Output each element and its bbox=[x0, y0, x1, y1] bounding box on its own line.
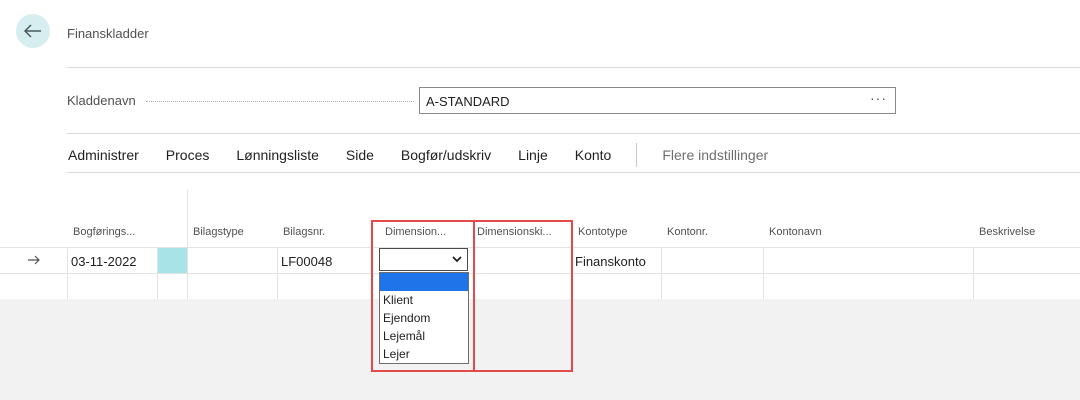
menu-loenningsliste[interactable]: Lønningsliste bbox=[236, 147, 319, 163]
action-bar: Administrer Proces Lønningsliste Side Bo… bbox=[68, 143, 768, 167]
document-no-cell[interactable]: LF00048 bbox=[281, 254, 332, 269]
annotation-box-dimension-code bbox=[473, 220, 573, 372]
col-header-account-type[interactable]: Kontotype bbox=[578, 226, 628, 238]
account-type-cell[interactable]: Finanskonto bbox=[575, 254, 646, 269]
grid-line bbox=[187, 190, 188, 299]
page-title: Finanskladder bbox=[67, 26, 149, 41]
back-button[interactable] bbox=[16, 14, 50, 48]
menu-side[interactable]: Side bbox=[346, 147, 374, 163]
col-header-posting-date[interactable]: Bogførings... bbox=[73, 226, 135, 238]
menu-konto[interactable]: Konto bbox=[575, 147, 612, 163]
grid-line bbox=[973, 247, 974, 299]
row-indicator-arrow-icon bbox=[27, 252, 41, 270]
divider bbox=[67, 133, 1080, 134]
arrow-left-icon bbox=[24, 24, 41, 38]
batch-name-field[interactable]: A-STANDARD ··· bbox=[419, 87, 896, 114]
grid-line bbox=[661, 247, 662, 299]
selected-cell-marker[interactable] bbox=[158, 248, 187, 273]
divider bbox=[67, 172, 1080, 173]
menu-separator bbox=[636, 143, 638, 167]
menu-administrer[interactable]: Administrer bbox=[68, 147, 139, 163]
menu-bogfoer-udskriv[interactable]: Bogfør/udskriv bbox=[401, 147, 491, 163]
lookup-button[interactable]: ··· bbox=[870, 90, 887, 106]
batch-name-label: Kladdenavn bbox=[67, 93, 136, 108]
divider bbox=[67, 67, 1080, 68]
menu-proces[interactable]: Proces bbox=[166, 147, 210, 163]
col-header-account-name[interactable]: Kontonavn bbox=[769, 226, 822, 238]
col-header-document-type[interactable]: Bilagstype bbox=[193, 226, 244, 238]
menu-more-options[interactable]: Flere indstillinger bbox=[662, 147, 768, 163]
col-header-document-no[interactable]: Bilagsnr. bbox=[283, 226, 325, 238]
posting-date-cell[interactable]: 03-11-2022 bbox=[71, 254, 137, 269]
grid-line bbox=[67, 247, 68, 299]
grid-line bbox=[277, 247, 278, 299]
label-leader-dots bbox=[146, 101, 414, 102]
batch-name-value: A-STANDARD bbox=[426, 94, 510, 109]
col-header-account-no[interactable]: Kontonr. bbox=[667, 226, 708, 238]
annotation-box-dimension bbox=[371, 220, 475, 372]
col-header-description[interactable]: Beskrivelse bbox=[979, 226, 1035, 238]
menu-linje[interactable]: Linje bbox=[518, 147, 548, 163]
grid-line bbox=[763, 247, 764, 299]
